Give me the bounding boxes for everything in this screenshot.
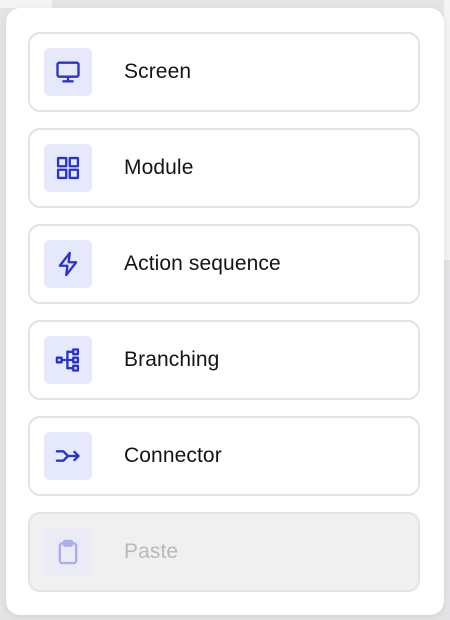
backdrop-right (444, 0, 450, 260)
menu-item-screen[interactable]: Screen (28, 32, 420, 112)
add-element-menu: Screen Module Action sequence Branching … (6, 8, 444, 615)
menu-item-module[interactable]: Module (28, 128, 420, 208)
grid-icon (44, 144, 92, 192)
menu-item-connector[interactable]: Connector (28, 416, 420, 496)
lightning-icon (44, 240, 92, 288)
connector-arrow-icon (44, 432, 92, 480)
clipboard-icon (44, 528, 92, 576)
menu-item-label: Action sequence (124, 252, 281, 275)
menu-item-paste: Paste (28, 512, 420, 592)
backdrop (0, 0, 52, 8)
branching-icon (44, 336, 92, 384)
menu-item-label: Connector (124, 444, 222, 467)
menu-item-branching[interactable]: Branching (28, 320, 420, 400)
menu-item-label: Screen (124, 60, 192, 83)
menu-item-label: Branching (124, 348, 220, 371)
monitor-icon (44, 48, 92, 96)
menu-item-label: Module (124, 156, 194, 179)
menu-item-action-sequence[interactable]: Action sequence (28, 224, 420, 304)
menu-item-label: Paste (124, 540, 179, 563)
